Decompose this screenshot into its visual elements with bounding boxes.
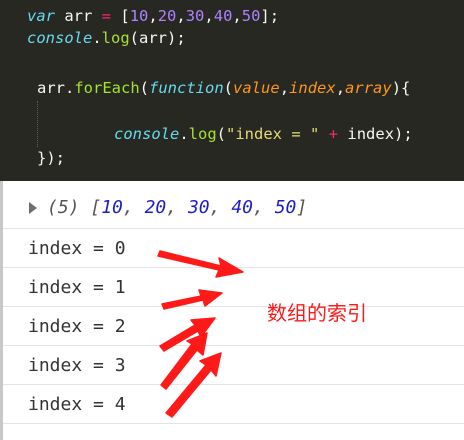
array-separator: , — [166, 197, 188, 218]
object-console: console — [114, 125, 180, 143]
array-summary-text: (5) [10, 20, 30, 40, 50] — [47, 197, 307, 218]
annotation-label: 数组的索引 — [267, 301, 367, 325]
code-line-5: }); — [37, 148, 65, 168]
console-array-summary[interactable]: (5) [10, 20, 30, 40, 50] — [3, 191, 464, 229]
keyword-var: var — [27, 7, 55, 25]
console-log-row: index = 4 — [3, 385, 464, 424]
array-close-bracket: ] — [296, 197, 308, 218]
method-log: log — [188, 125, 217, 143]
number-literal: 50 — [241, 7, 261, 25]
array-open-bracket: [ — [90, 197, 102, 218]
code-line-3: arr.forEach(function(value,index,array){ — [37, 78, 410, 98]
array-separator: , — [209, 197, 232, 218]
console-log-text: index = 1 — [28, 277, 126, 298]
param-index: index — [289, 79, 336, 97]
object-console: console — [27, 29, 93, 47]
console-log-row: index = 3 — [3, 346, 464, 385]
comma: , — [148, 7, 158, 25]
console-log-row: index = 0 — [3, 229, 464, 268]
call-args: (arr); — [129, 29, 186, 47]
code-line-4: console.log("index = " + index); — [114, 124, 413, 144]
array-value: 40 — [231, 197, 254, 218]
string-literal: "index = " — [226, 125, 320, 143]
number-literal: 20 — [157, 7, 177, 25]
array-separator: , — [122, 197, 145, 218]
closing-braces: }); — [37, 149, 65, 167]
comma: , — [335, 79, 346, 97]
array-value: 30 — [187, 197, 210, 218]
paren-open: ( — [216, 125, 227, 143]
bracket-close: ]; — [260, 7, 280, 25]
dot: . — [92, 29, 102, 47]
console-log-text: index = 0 — [28, 238, 126, 259]
expand-caret-icon[interactable] — [29, 202, 37, 214]
method-log: log — [101, 29, 130, 47]
comma: , — [176, 7, 186, 25]
comma: , — [279, 79, 290, 97]
method-foreach: forEach — [74, 79, 140, 97]
number-literal: 40 — [213, 7, 233, 25]
console-log-row: index = 2 — [3, 307, 464, 346]
comma: , — [232, 7, 242, 25]
identifier-arr: arr — [37, 79, 65, 97]
array-separator: , — [253, 197, 275, 218]
array-value: 50 — [274, 197, 297, 218]
param-array: array — [345, 79, 392, 97]
dot: . — [65, 79, 75, 97]
operator-plus: + — [328, 125, 339, 143]
array-value: 20 — [144, 197, 167, 218]
screenshot-root: var arr = [10,20,30,40,50]; console.log(… — [0, 0, 464, 440]
console-log-row: index = 1 — [3, 268, 464, 307]
code-editor[interactable]: var arr = [10,20,30,40,50]; console.log(… — [0, 0, 464, 181]
indent-guide — [37, 101, 38, 147]
array-length: (5) — [47, 197, 91, 218]
code-line-1: var arr = [10,20,30,40,50]; — [27, 6, 279, 26]
dot: . — [179, 125, 189, 143]
paren-open: ( — [139, 79, 150, 97]
console-log-text: index = 4 — [28, 394, 126, 415]
paren-open: ( — [223, 79, 234, 97]
number-literal: 10 — [129, 7, 149, 25]
code-line-2: console.log(arr); — [27, 28, 186, 48]
comma: , — [204, 7, 214, 25]
identifier-arr: arr — [55, 7, 102, 25]
console-panel: (5) [10, 20, 30, 40, 50] index = 0 index… — [0, 181, 464, 440]
call-args: index); — [338, 125, 413, 143]
array-value: 10 — [101, 197, 123, 218]
param-value: value — [233, 79, 280, 97]
number-literal: 30 — [185, 7, 205, 25]
operator-assign: = — [101, 7, 112, 25]
keyword-function: function — [149, 79, 224, 97]
console-log-text: index = 3 — [28, 355, 126, 376]
bracket-open: [ — [111, 7, 130, 25]
paren-brace: ){ — [391, 79, 411, 97]
console-log-text: index = 2 — [28, 316, 126, 337]
